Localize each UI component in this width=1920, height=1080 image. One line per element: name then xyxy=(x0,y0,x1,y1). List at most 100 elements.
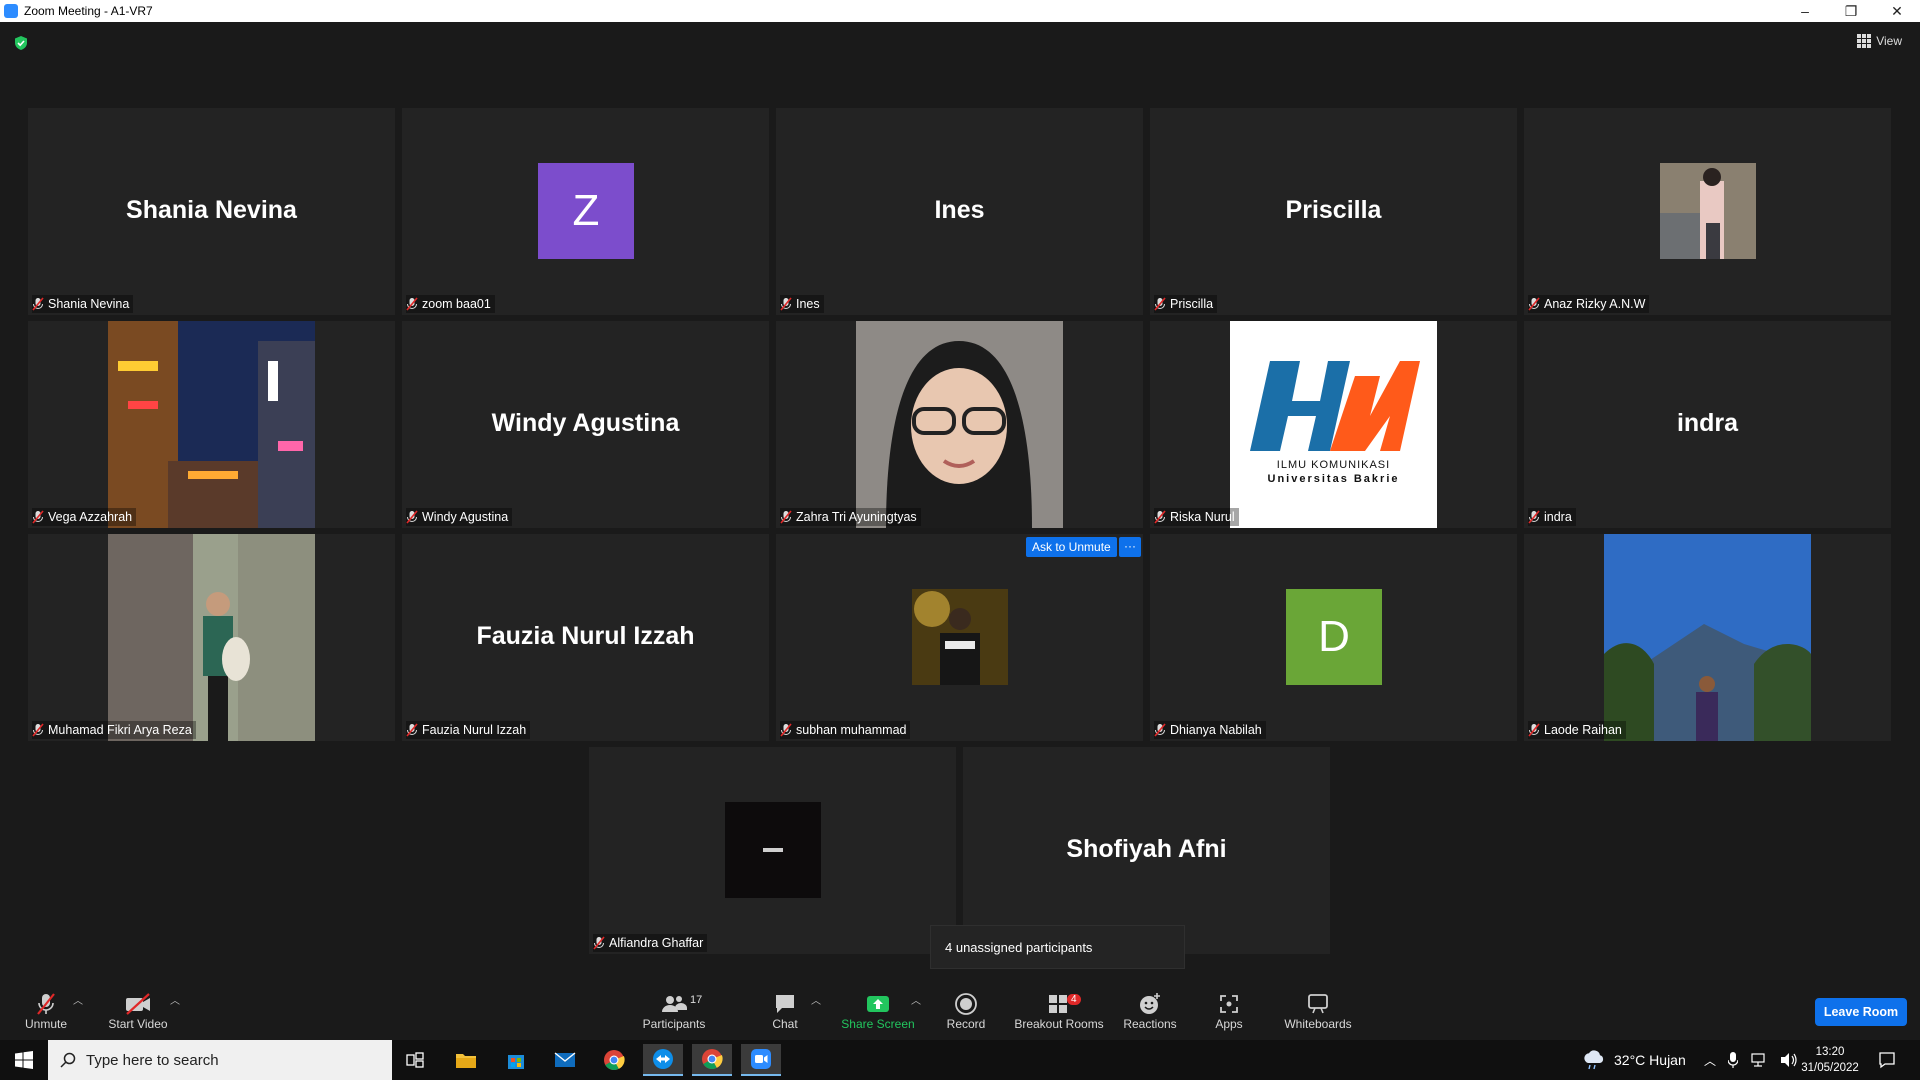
participant-name: Muhamad Fikri Arya Reza xyxy=(48,723,192,737)
participant-name-label: Ines xyxy=(780,295,824,313)
file-explorer-icon[interactable] xyxy=(446,1044,486,1076)
share-screen-button[interactable]: Share Screen xyxy=(838,982,918,1040)
participants-icon xyxy=(662,996,687,1012)
participant-tile[interactable]: Alfiandra Ghaffar xyxy=(589,747,956,954)
minimize-button[interactable]: – xyxy=(1782,3,1828,20)
microphone-muted-icon xyxy=(780,723,792,737)
unassigned-participants-tooltip: 4 unassigned participants xyxy=(930,925,1185,969)
participant-photo xyxy=(725,802,821,898)
video-options-chevron-icon[interactable]: ︿ xyxy=(170,992,180,1007)
more-options-button[interactable]: ··· xyxy=(1119,537,1141,557)
participants-button[interactable]: Participants 17 xyxy=(636,982,712,1040)
breakout-rooms-button[interactable]: Breakout Rooms 4 xyxy=(1012,982,1106,1040)
zoom-app-icon[interactable] xyxy=(741,1044,781,1076)
apps-icon xyxy=(1220,995,1238,1013)
share-options-chevron-icon[interactable]: ︿ xyxy=(911,992,921,1007)
apps-label: Apps xyxy=(1215,1017,1243,1031)
participant-tile[interactable]: Shofiyah AfniShofiyah Afni xyxy=(963,747,1330,954)
apps-button[interactable]: Apps xyxy=(1208,982,1250,1040)
teamviewer-icon[interactable] xyxy=(643,1044,683,1076)
participant-photo xyxy=(912,589,1008,685)
record-icon xyxy=(955,993,977,1015)
participant-tile[interactable]: subhan muhammad xyxy=(776,534,1143,741)
participant-tile[interactable]: Muhamad Fikri Arya Reza xyxy=(28,534,395,741)
participant-photo xyxy=(1604,534,1811,741)
participant-name: Zahra Tri Ayuningtyas xyxy=(796,510,917,524)
participant-tile[interactable]: Zzoom baa01 xyxy=(402,108,769,315)
chrome-icon[interactable] xyxy=(594,1044,634,1076)
record-button[interactable]: Record xyxy=(940,982,992,1040)
shield-check-icon[interactable] xyxy=(14,36,28,50)
grid-view-icon xyxy=(1857,34,1872,48)
microphone-muted-icon xyxy=(32,297,44,311)
participant-tile[interactable]: Fauzia Nurul Izzah Fauzia Nurul Izzah xyxy=(402,534,769,741)
task-view-icon[interactable] xyxy=(395,1044,435,1076)
microphone-muted-icon xyxy=(406,510,418,524)
network-icon[interactable] xyxy=(1750,1052,1768,1068)
windows-logo-icon xyxy=(15,1051,33,1069)
participant-tile[interactable]: Windy Agustina Windy Agustina xyxy=(402,321,769,528)
microsoft-store-icon[interactable] xyxy=(496,1044,536,1076)
microphone-muted-icon xyxy=(1154,297,1166,311)
microphone-muted-icon xyxy=(406,297,418,311)
microphone-muted-icon xyxy=(780,510,792,524)
microphone-muted-icon xyxy=(1528,297,1540,311)
microphone-icon[interactable] xyxy=(1728,1052,1739,1068)
participant-tile[interactable]: Shania Nevina Shania Nevina xyxy=(28,108,395,315)
record-label: Record xyxy=(946,1017,986,1031)
mail-icon[interactable] xyxy=(545,1044,585,1076)
restore-button[interactable]: ❐ xyxy=(1828,3,1874,20)
weather-widget[interactable]: 32°C Hujan xyxy=(1582,1040,1686,1080)
participant-tile[interactable]: Zahra Tri Ayuningtyas xyxy=(776,321,1143,528)
whiteboards-button[interactable]: Whiteboards xyxy=(1280,982,1356,1040)
participant-name: Laode Raihan xyxy=(1544,723,1622,737)
taskbar-search-box[interactable]: Type here to search xyxy=(48,1040,392,1080)
participant-display-name: indra xyxy=(1676,409,1739,437)
participant-name-label: Fauzia Nurul Izzah xyxy=(406,721,531,739)
participant-name: Vega Azzahrah xyxy=(48,510,133,524)
system-tray: ︿ xyxy=(1704,1040,1798,1080)
notifications-icon[interactable] xyxy=(1878,1040,1896,1080)
meeting-toolbar: Unmute ︿ Start Video ︿ Participants 17 C… xyxy=(0,982,1920,1040)
leave-room-button[interactable]: Leave Room xyxy=(1815,998,1907,1026)
reactions-label: Reactions xyxy=(1123,1017,1177,1031)
taskbar-clock[interactable]: 13:20 31/05/2022 xyxy=(1790,1044,1870,1076)
start-video-label: Start Video xyxy=(108,1017,168,1031)
smiley-plus-icon xyxy=(1140,993,1160,1014)
participant-name: Windy Agustina xyxy=(422,510,509,524)
participant-tile[interactable]: ILMU KOMUNIKASI Universitas Bakrie Riska N… xyxy=(1150,321,1517,528)
search-icon xyxy=(60,1052,76,1068)
chat-button[interactable]: Chat xyxy=(760,982,810,1040)
breakout-rooms-label: Breakout Rooms xyxy=(1014,1017,1104,1031)
breakout-count-badge: 4 xyxy=(1067,994,1081,1005)
chat-label: Chat xyxy=(772,1017,798,1031)
participant-tile[interactable]: indra indra xyxy=(1524,321,1891,528)
cloud-rain-icon xyxy=(1584,1050,1604,1070)
reactions-button[interactable]: Reactions xyxy=(1120,982,1180,1040)
start-button[interactable] xyxy=(0,1040,48,1080)
share-screen-icon xyxy=(867,996,889,1012)
chrome-profile-icon[interactable] xyxy=(692,1044,732,1076)
audio-options-chevron-icon[interactable]: ︿ xyxy=(73,992,83,1007)
participant-name: Ines xyxy=(796,297,820,311)
ask-to-unmute-button[interactable]: Ask to Unmute xyxy=(1026,537,1117,557)
participant-display-name: Priscilla xyxy=(1285,196,1382,224)
chevron-up-icon[interactable]: ︿ xyxy=(1704,1052,1716,1069)
participant-tile[interactable]: Priscilla Priscilla xyxy=(1150,108,1517,315)
participant-tile[interactable]: Vega Azzahrah xyxy=(28,321,395,528)
participant-tile[interactable]: Laode Raihan xyxy=(1524,534,1891,741)
os-taskbar: Type here to search 32°C Hujan ︿ 13:20 3… xyxy=(0,1040,1920,1080)
participant-tile[interactable]: Ines Ines xyxy=(776,108,1143,315)
start-video-button[interactable]: Start Video xyxy=(104,982,172,1040)
unmute-button[interactable]: Unmute xyxy=(18,982,74,1040)
close-button[interactable]: ✕ xyxy=(1874,3,1920,20)
participant-name-label: zoom baa01 xyxy=(406,295,495,313)
participant-tile[interactable]: Anaz Rizky A.N.W xyxy=(1524,108,1891,315)
participant-display-name: Windy Agustina xyxy=(491,409,680,437)
microphone-muted-icon xyxy=(32,723,44,737)
university-logo: ILMU KOMUNIKASI Universitas Bakrie xyxy=(1230,321,1437,528)
chat-options-chevron-icon[interactable]: ︿ xyxy=(811,992,821,1007)
participant-name-label: Windy Agustina xyxy=(406,508,513,526)
participant-tile[interactable]: D Dhianya Nabilah xyxy=(1150,534,1517,741)
view-button[interactable]: View xyxy=(1857,34,1902,48)
